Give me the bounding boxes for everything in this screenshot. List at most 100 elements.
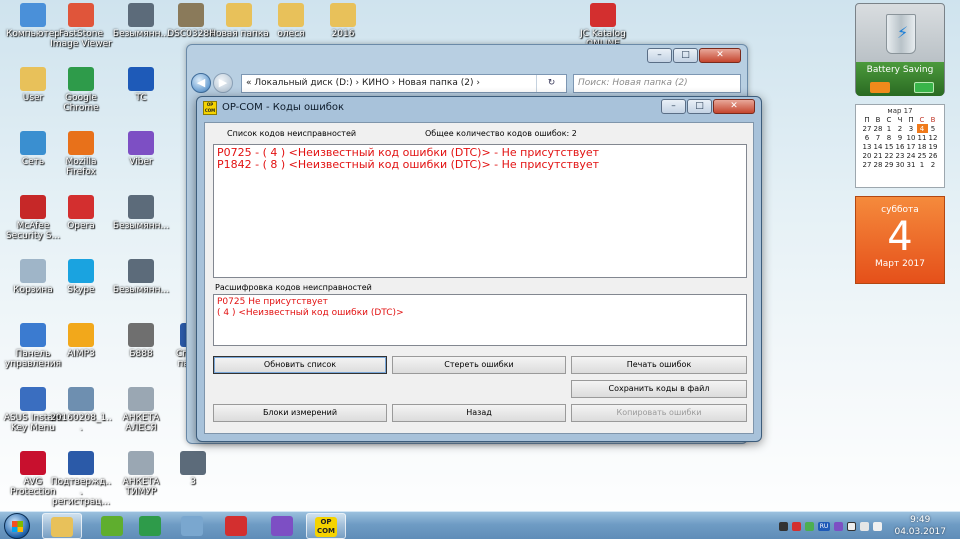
viber-tray-icon[interactable] <box>834 521 843 531</box>
calendar-day[interactable]: 3 <box>906 124 917 133</box>
calendar-day[interactable]: 27 <box>862 124 873 133</box>
calendar-day[interactable]: 22 <box>884 151 895 160</box>
calendar-day[interactable]: 23 <box>895 151 906 160</box>
calendar-day[interactable]: 29 <box>884 160 895 169</box>
calendar-day[interactable]: 12 <box>928 133 939 142</box>
viber-taskbar-icon <box>271 516 293 536</box>
measurement-blocks-button[interactable]: Блоки измерений <box>213 404 387 422</box>
desktop-icon[interactable]: FastStone Image Viewer <box>50 3 112 49</box>
flag-tray-icon[interactable] <box>847 521 856 531</box>
calendar-day[interactable]: 28 <box>873 160 884 169</box>
calendar-day[interactable]: 1 <box>884 124 895 133</box>
calendar-day[interactable]: 7 <box>873 133 884 142</box>
taskbar-button-calculator[interactable] <box>172 513 212 539</box>
explorer-search-input[interactable]: Поиск: Новая папка (2) <box>573 73 741 93</box>
print-errors-button[interactable]: Печать ошибок <box>571 356 747 374</box>
desktop-icon[interactable]: JC Katalog ONLINE <box>572 3 634 49</box>
desktop-icon[interactable]: 2016 <box>312 3 374 39</box>
calendar-day[interactable]: 20 <box>862 151 873 160</box>
opcom-close-button[interactable]: ✕ <box>713 99 755 114</box>
calendar-day[interactable]: 31 <box>906 160 917 169</box>
network-tray-icon[interactable] <box>860 521 869 531</box>
dtc-list-item[interactable]: P1842 - ( 8 ) <Неизвестный код ошибки (D… <box>217 159 743 171</box>
explorer-maximize-button[interactable]: □ <box>673 48 698 63</box>
desktop-icon[interactable]: Opera <box>50 195 112 231</box>
calendar-day[interactable]: 9 <box>895 133 906 142</box>
desktop-icon[interactable]: Viber <box>110 131 172 167</box>
calendar-day[interactable]: 6 <box>862 133 873 142</box>
battery-gadget[interactable]: ⚡ Battery Saving <box>855 3 945 96</box>
desktop-icon[interactable]: 3 <box>162 451 224 487</box>
utorrent-tray-icon[interactable] <box>805 521 814 531</box>
clock[interactable]: 9:49 04.03.2017 <box>894 514 946 538</box>
opcom-titlebar[interactable]: OP COM OP-COM - Коды ошибок – □ ✕ <box>197 97 761 119</box>
clear-errors-button[interactable]: Стереть ошибки <box>392 356 566 374</box>
taskbar-button-viber[interactable] <box>262 513 302 539</box>
calendar-day[interactable]: 11 <box>917 133 928 142</box>
explorer-caption-buttons: – □ ✕ <box>647 48 741 63</box>
opcom-maximize-button[interactable]: □ <box>687 99 712 114</box>
calendar-day[interactable]: 15 <box>884 142 895 151</box>
calendar-day[interactable]: 4 <box>916 124 928 133</box>
calendar-gadget[interactable]: мар 17 П В С Ч П С В 27 28 1 2 3 4 5 6 7 8 9 10 11 12 13 14 15 1… <box>855 104 945 188</box>
antivirus-tray-icon[interactable] <box>792 521 801 531</box>
calendar-day[interactable]: 10 <box>906 133 917 142</box>
desktop-icon[interactable]: TC <box>110 67 172 103</box>
calendar-day[interactable]: 16 <box>895 142 906 151</box>
calendar-day[interactable]: 30 <box>895 160 906 169</box>
save-codes-button[interactable]: Сохранить коды в файл <box>571 380 747 398</box>
opcom-minimize-button[interactable]: – <box>661 99 686 114</box>
battery-mode-button-2[interactable] <box>914 82 934 93</box>
battery-mode-button-1[interactable] <box>870 82 890 93</box>
calendar-day[interactable]: 1 <box>917 160 928 169</box>
explorer-close-button[interactable]: ✕ <box>699 48 741 63</box>
desktop-icon[interactable]: Подтвержд... регистрац... <box>50 451 112 507</box>
forward-arrow-icon[interactable]: ▶ <box>213 73 233 93</box>
desktop-icon[interactable]: Mozilla Firefox <box>50 131 112 177</box>
dtc-list[interactable]: P0725 - ( 4 ) <Неизвестный код ошибки (D… <box>213 144 747 278</box>
calendar-day[interactable]: 18 <box>917 142 928 151</box>
desktop-icon[interactable]: Безымянн... <box>110 195 172 231</box>
calendar-day[interactable]: 24 <box>906 151 917 160</box>
decode-box[interactable]: P0725 Не присутствует ( 4 ) <Неизвестный… <box>213 294 747 346</box>
calendar-day[interactable]: 19 <box>928 142 939 151</box>
desktop-icon-label: TC <box>135 93 147 103</box>
calendar-day[interactable]: 26 <box>928 151 939 160</box>
calendar-day[interactable]: 25 <box>917 151 928 160</box>
taskbar-button-chrome[interactable] <box>130 513 170 539</box>
back-arrow-icon[interactable]: ◀ <box>191 73 211 93</box>
desktop-icon[interactable]: Google Chrome <box>50 67 112 113</box>
calendar-day[interactable]: 17 <box>906 142 917 151</box>
desktop-icon[interactable]: AIMP3 <box>50 323 112 359</box>
calendar-day[interactable]: 2 <box>895 124 906 133</box>
refresh-icon[interactable]: ↻ <box>536 74 566 92</box>
taskbar-button-opcom[interactable]: OP COM <box>306 513 346 539</box>
desktop-icon[interactable]: Skype <box>50 259 112 295</box>
calendar-day[interactable]: 8 <box>884 133 895 142</box>
date-tile-gadget[interactable]: суббота 4 Март 2017 <box>855 196 945 284</box>
calendar-day[interactable]: 13 <box>862 142 873 151</box>
explorer-minimize-button[interactable]: – <box>647 48 672 63</box>
start-button[interactable] <box>4 513 30 539</box>
battery-tray-icon[interactable] <box>779 521 788 531</box>
calendar-day[interactable]: 27 <box>862 160 873 169</box>
address-bar[interactable]: « Локальный диск (D:) › КИНО › Новая пап… <box>241 73 567 93</box>
calendar-day[interactable]: 2 <box>928 160 939 169</box>
taskbar-button-utorrent[interactable] <box>92 513 132 539</box>
desktop-icon[interactable]: Безымянн... <box>110 259 172 295</box>
refresh-list-button[interactable]: Обновить список <box>213 356 387 374</box>
back-button[interactable]: Назад <box>392 404 566 422</box>
taskbar-button-opera[interactable] <box>216 513 256 539</box>
calendar-day[interactable]: 21 <box>873 151 884 160</box>
opcom-taskbar-icon: OP COM <box>315 517 337 537</box>
calendar-day[interactable]: 28 <box>873 124 884 133</box>
desktop-icon[interactable]: 20160208_1... <box>50 387 112 433</box>
desktop-icon[interactable]: АНКЕТА АЛЕСЯ <box>110 387 172 433</box>
language-indicator[interactable]: RU <box>818 521 830 531</box>
calendar-day[interactable]: 14 <box>873 142 884 151</box>
volume-icon[interactable] <box>873 521 882 531</box>
calendar-day[interactable]: 5 <box>928 124 939 133</box>
opcom-window[interactable]: OP COM OP-COM - Коды ошибок – □ ✕ Список … <box>196 96 762 442</box>
skype-icon <box>68 259 94 283</box>
taskbar-button-explorer[interactable] <box>42 513 82 539</box>
